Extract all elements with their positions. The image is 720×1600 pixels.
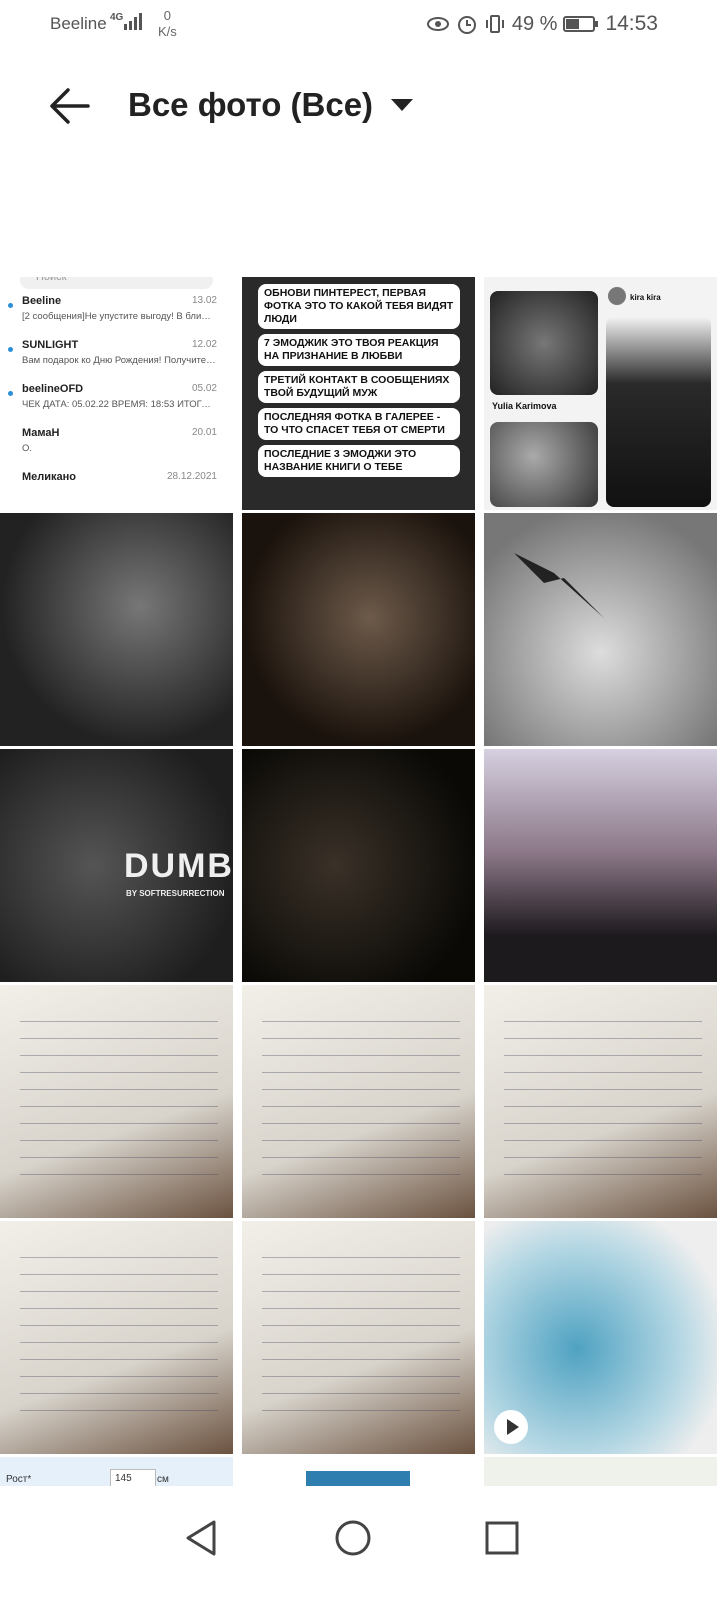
- status-bar: Beeline 4G 0 K/s 49 % 14:53: [0, 0, 720, 50]
- photo-thumbnail[interactable]: [242, 749, 475, 982]
- message-date: 20.01: [191, 427, 217, 438]
- pin-image: [490, 291, 598, 395]
- vibrate-icon: [485, 15, 504, 33]
- artwork-title: DUMB: [124, 847, 233, 885]
- message-date: 12.02: [191, 339, 217, 350]
- photo-thumbnail[interactable]: [0, 513, 233, 746]
- carrier-name: Beeline: [50, 14, 107, 33]
- form-label: Рост*: [6, 1474, 32, 1485]
- photo-thumbnail[interactable]: DUMB BY SOFTRESURRECTION: [0, 749, 233, 982]
- sender-name: SUNLIGHT: [22, 339, 79, 351]
- photo-thumbnail[interactable]: [484, 1457, 717, 1487]
- message-item: SUNLIGHT 12.02 Вам подарок ко Дню Рожден…: [0, 333, 233, 377]
- page-title: Все фото (Все): [128, 86, 374, 123]
- eye-icon: [426, 17, 449, 31]
- message-item: Меликано 28.12.2021: [0, 465, 233, 509]
- avatar: [608, 287, 626, 305]
- message-item: Beeline 13.02 [2 сообщения]Не упустите в…: [0, 289, 233, 333]
- form-unit: см: [157, 1474, 169, 1485]
- video-thumbnail[interactable]: [484, 1221, 717, 1454]
- battery-icon: [563, 16, 599, 32]
- bird-icon: [514, 553, 604, 618]
- play-icon: [494, 1410, 528, 1444]
- pin-image: [606, 317, 711, 507]
- artwork-credit: BY SOFTRESURRECTION: [126, 889, 225, 898]
- unread-dot: [8, 347, 13, 352]
- message-preview: О.: [22, 443, 33, 454]
- blue-bar: [306, 1471, 410, 1487]
- nav-back-icon[interactable]: [172, 1508, 232, 1568]
- message-date: 13.02: [191, 295, 217, 306]
- pin-username: Yulia Karimova: [492, 401, 557, 411]
- photo-thumbnail[interactable]: [0, 985, 233, 1218]
- sender-name: beelineOFD: [22, 383, 84, 395]
- message-item: МамаН 20.01 О.: [0, 421, 233, 465]
- signal-icon: [124, 13, 142, 30]
- sender-name: Beeline: [22, 295, 62, 307]
- speed-unit: K/s: [158, 24, 177, 39]
- search-field: Поиск: [20, 277, 213, 289]
- meme-line: 7 ЭМОДЖИК ЭТО ТВОЯ РЕАКЦИЯ НА ПРИЗНАНИЕ …: [258, 334, 460, 366]
- photo-thumbnail[interactable]: [484, 749, 717, 982]
- message-preview: Вам подарок ко Дню Рождения! Получите с.…: [22, 355, 217, 366]
- unread-dot: [8, 391, 13, 396]
- album-selector[interactable]: Все фото (Все): [128, 86, 414, 124]
- dropdown-arrow-icon: [391, 99, 414, 111]
- nav-recents-icon[interactable]: [472, 1508, 532, 1568]
- meme-line: ТРЕТИЙ КОНТАКТ В СООБЩЕНИЯХ ТВОЙ БУДУЩИЙ…: [258, 371, 460, 403]
- pin-image: [490, 422, 598, 507]
- photo-thumbnail[interactable]: [484, 513, 717, 746]
- message-preview: [2 сообщения]Не упустите выгоду! В ближа…: [22, 311, 217, 322]
- message-date: 28.12.2021: [166, 471, 217, 482]
- photo-thumbnail[interactable]: ОБНОВИ ПИНТЕРЕСТ, ПЕРВАЯ ФОТКА ЭТО ТО КА…: [242, 277, 475, 510]
- form-value: 145: [110, 1469, 156, 1487]
- photo-thumbnail[interactable]: [242, 985, 475, 1218]
- photo-thumbnail[interactable]: [242, 513, 475, 746]
- network-type: 4G: [110, 12, 124, 23]
- sender-name: МамаН: [22, 427, 60, 439]
- message-date: 05.02: [191, 383, 217, 394]
- battery-percent: 49 %: [511, 12, 558, 35]
- network-speed: 0 K/s: [158, 8, 177, 40]
- unread-dot: [8, 303, 13, 308]
- photo-thumbnail[interactable]: [484, 985, 717, 1218]
- speed-value: 0: [163, 8, 172, 23]
- top-bar: Все фото (Все): [0, 70, 720, 140]
- photo-thumbnail[interactable]: Yulia Karimova kira kira: [484, 277, 717, 510]
- status-right: 49 % 14:53: [426, 12, 658, 36]
- meme-line: ПОСЛЕДНЯЯ ФОТКА В ГАЛЕРЕЕ - ТО ЧТО СПАСЕ…: [258, 408, 460, 440]
- alarm-icon: [457, 16, 476, 34]
- meme-line: ОБНОВИ ПИНТЕРЕСТ, ПЕРВАЯ ФОТКА ЭТО ТО КА…: [258, 284, 460, 329]
- photo-thumbnail[interactable]: [242, 1221, 475, 1454]
- photo-thumbnail[interactable]: [0, 1221, 233, 1454]
- meme-line: ПОСЛЕДНИЕ 3 ЭМОДЖИ ЭТО НАЗВАНИЕ КНИГИ О …: [258, 445, 460, 477]
- message-item: beelineOFD 05.02 ЧЕК ДАТА: 05.02.22 ВРЕМ…: [0, 377, 233, 421]
- message-preview: ЧЕК ДАТА: 05.02.22 ВРЕМЯ: 18:53 ИТОГО: 6…: [22, 399, 217, 410]
- pin-username: kira kira: [630, 293, 661, 302]
- clock: 14:53: [605, 12, 658, 35]
- nav-home-icon[interactable]: [323, 1508, 383, 1568]
- photo-thumbnail[interactable]: [242, 1457, 475, 1487]
- navigation-bar: [0, 1486, 720, 1600]
- photo-thumbnail[interactable]: Рост* 145 см: [0, 1457, 233, 1487]
- back-arrow-icon[interactable]: [48, 84, 92, 128]
- photo-thumbnail[interactable]: Поиск Beeline 13.02 [2 сообщения]Не упус…: [0, 277, 233, 510]
